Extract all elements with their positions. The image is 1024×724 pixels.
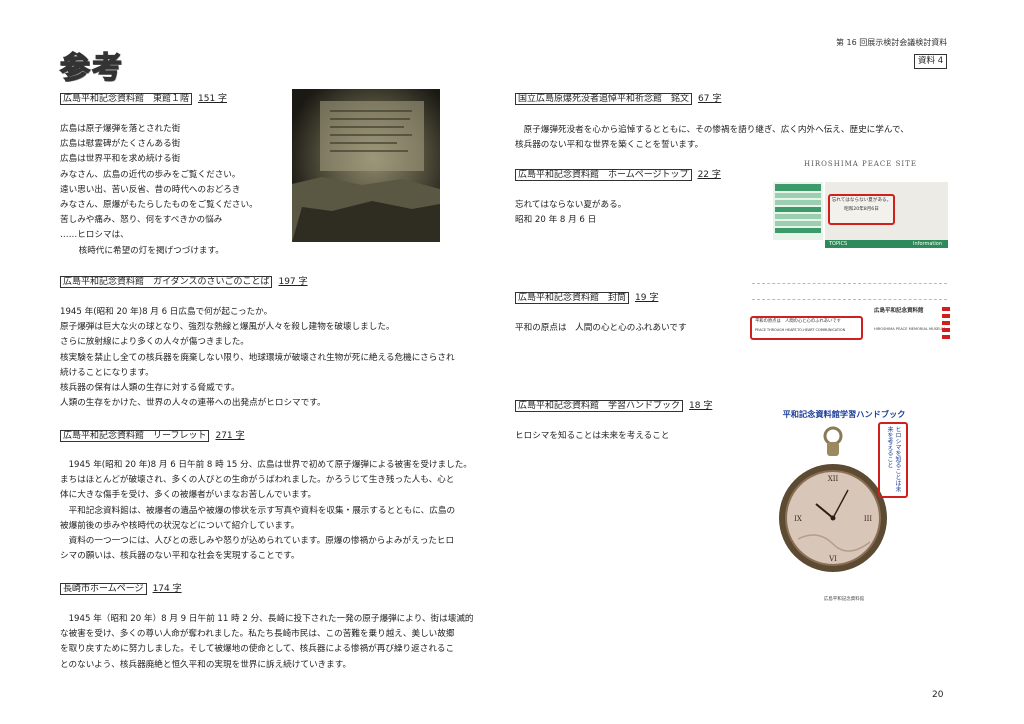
document-header-note: 第 16 回展示検討会議検討資料	[836, 38, 948, 47]
char-count: 19 字	[635, 293, 659, 303]
box-line: PEACE THROUGH HEART-TO-HEART COMMUNICATI…	[755, 328, 846, 332]
text-line: 被爆前後の歩みや核時代の状況などについて紹介しています。	[60, 520, 300, 531]
char-count: 271 字	[215, 431, 245, 441]
char-count: 197 字	[278, 277, 308, 287]
pocket-watch-image: XII III VI IX	[779, 426, 887, 572]
material-badge: 資料 4	[914, 54, 948, 69]
section-heading: 広島平和記念資料館 リーフレット	[60, 430, 210, 442]
box-line: 昭和20年8月6日	[844, 207, 879, 212]
text-line: ……ヒロシマは、	[60, 230, 129, 241]
svg-text:VI: VI	[828, 555, 837, 563]
section-title-nagasaki: 長崎市ホームページ 174 字	[60, 583, 182, 596]
handbook-cover: 平和記念資料館学習ハンドブック XII III VI IX ヒロシマを知ることは未来を…	[766, 400, 922, 610]
envelope-stripes	[942, 307, 950, 347]
section-body-east-building: 広島は原子爆弾を落とされた街 広島は慰霊碑がたくさんある街 広島は世界平和を求め…	[60, 122, 258, 259]
exhibit-photo	[292, 89, 440, 242]
text-line: 資料の一つ一つには、人びとの悲しみや怒りが込められています。原爆の惨禍からよみが…	[60, 536, 455, 547]
exhibit-photo-drawing	[292, 89, 440, 242]
text-line: みなさん、広島の近代の歩みをご覧ください。	[60, 169, 241, 180]
svg-text:IX: IX	[794, 515, 802, 523]
envelope-museum-en: HIROSHIMA PEACE MEMORIAL MUSEUM	[874, 327, 946, 331]
envelope-museum-name: 広島平和記念資料館	[874, 308, 924, 314]
section-body-handbook: ヒロシマを知ることは未来を考えること	[515, 429, 669, 444]
text-line: さらに放射線により多くの人々が傷つきました。	[60, 337, 249, 348]
website-screenshot: HIROSHIMA PEACE SITE 忘れてはならない夏がある。 昭和20年…	[773, 158, 948, 250]
text-line: 核時代に希望の灯を掲げつづけます。	[70, 245, 224, 256]
text-line: 原子爆弾死没者を心から追悼するとともに、その惨禍を語り継ぎ、広く内外へ伝え、歴史…	[515, 125, 909, 135]
section-heading: 広島平和記念資料館 ホームページトップ	[515, 169, 692, 181]
text-line: 広島は原子爆弾を落とされた街	[60, 124, 181, 134]
bar-label-topics: TOPICS	[829, 241, 848, 247]
char-count: 18 字	[689, 401, 713, 411]
handbook-footer: 広島平和記念資料館	[823, 597, 865, 602]
text-line: 平和記念資料館は、被爆者の遺品や被爆の惨状を示す写真や資料を収集・展示するととも…	[60, 505, 456, 516]
text-line: 核兵器のない平和な世界を築くことを誓います。	[515, 140, 704, 151]
box-line: 忘れてはならない夏がある。	[831, 198, 892, 203]
site-topics-bar: TOPICS Information	[825, 240, 948, 248]
text-line: とのないよう、核兵器廃絶と恒久平和の実現を世界に訴え続けていきます。	[60, 659, 352, 670]
section-title-homepage: 広島平和記念資料館 ホームページトップ 22 字	[515, 169, 721, 182]
char-count: 174 字	[152, 584, 182, 594]
text-line: 広島は慰霊碑がたくさんある街	[60, 139, 181, 150]
section-title-guidance: 広島平和記念資料館 ガイダンスのさいごのことば 197 字	[60, 276, 308, 289]
section-body-envelope: 平和の原点は 人間の心と心のふれあいです	[515, 321, 687, 336]
svg-text:XII: XII	[828, 475, 839, 483]
text-line: まちはほとんどが破壊され、多くの人びとの生命がうばわれました。かろうじて生き残っ…	[60, 475, 455, 486]
section-body-homepage: 忘れてはならない夏がある。 昭和 20 年 8 月 6 日	[515, 198, 626, 228]
text-line: 1945 年（昭和 20 年）8 月 9 日午前 11 時 2 分、長崎に投下さ…	[60, 614, 474, 624]
section-body-leaflet: 1945 年(昭和 20 年)8 月 6 日午前 8 時 15 分、広島は世界で…	[60, 458, 472, 564]
section-heading: 長崎市ホームページ	[60, 583, 147, 595]
section-title-handbook: 広島平和記念資料館 学習ハンドブック 18 字	[515, 400, 712, 413]
text-line: 遠い思い出、苦い反省、昔の時代へのおどろき	[60, 184, 241, 195]
text-line: 続けることになります。	[60, 367, 154, 378]
svg-text:III: III	[864, 515, 873, 523]
section-title-east-building: 広島平和記念資料館 東館１階 151 字	[60, 93, 227, 106]
text-line: ヒロシマを知ることは未来を考えること	[515, 431, 670, 441]
text-line: 平和の原点は 人間の心と心のふれあいです	[515, 323, 687, 333]
highlight-box: ヒロシマを知ることは未来を考えること	[878, 422, 908, 498]
box-line: 平和の原点は 人間の心と心のふれあいです	[755, 319, 841, 324]
text-line: みなさん、原爆がもたらしたものをご覧ください。	[60, 200, 258, 211]
section-title-leaflet: 広島平和記念資料館 リーフレット 271 字	[60, 430, 245, 443]
section-heading: 国立広島原爆死没者追悼平和祈念館 銘文	[515, 93, 693, 105]
section-body-guidance: 1945 年(昭和 20 年)8 月 6 日広島で何が起こったか。 原子爆弾は巨…	[60, 305, 455, 411]
guide-line	[752, 283, 947, 284]
text-line: 昭和 20 年 8 月 6 日	[515, 215, 597, 226]
text-line: 原子爆弾は巨大な火の球となり、強烈な熱線と爆風が人々を殺し建物を破壊しました。	[60, 322, 395, 333]
text-line: 人類の生存をかけた、世界の人々の連帯への出発点がヒロシマです。	[60, 398, 326, 409]
section-title-memorial-hall: 国立広島原爆死没者追悼平和祈念館 銘文 67 字	[515, 93, 721, 106]
section-heading: 広島平和記念資料館 封筒	[515, 292, 630, 304]
page-number: 20	[932, 690, 944, 700]
site-sidebar	[773, 182, 823, 240]
char-count: 22 字	[697, 170, 721, 180]
highlight-box: 忘れてはならない夏がある。 昭和20年8月6日	[828, 194, 895, 225]
section-heading: 広島平和記念資料館 東館１階	[60, 93, 193, 105]
text-line: シマの願いは、核兵器のない平和な社会を実現することです。	[60, 551, 300, 562]
section-heading: 広島平和記念資料館 学習ハンドブック	[515, 400, 684, 412]
handbook-title: 平和記念資料館学習ハンドブック	[782, 409, 906, 419]
text-line: 核兵器の保有は人類の生存に対する脅威です。	[60, 383, 240, 394]
text-line: 1945 年(昭和 20 年)8 月 6 日広島で何が起こったか。	[60, 307, 273, 317]
text-line: 1945 年(昭和 20 年)8 月 6 日午前 8 時 15 分、広島は世界で…	[60, 460, 472, 470]
section-body-nagasaki: 1945 年（昭和 20 年）8 月 9 日午前 11 時 2 分、長崎に投下さ…	[60, 612, 474, 673]
highlight-box: 平和の原点は 人間の心と心のふれあいです PEACE THROUGH HEART…	[750, 316, 863, 340]
text-line: 苦しみや痛み、怒り、何をすべきかの悩み	[60, 215, 223, 226]
text-line: を取り戻すために努力しました。そして被爆地の使命として、核兵器による惨禍が再び繰…	[60, 644, 455, 655]
section-heading: 広島平和記念資料館 ガイダンスのさいごのことば	[60, 276, 273, 288]
section-title-envelope: 広島平和記念資料館 封筒 19 字	[515, 292, 658, 305]
page-title: 参考	[59, 51, 124, 86]
text-line: な被害を受け、多くの尊い人命が奪われました。私たち長崎市民は、この苦難を乗り越え…	[60, 629, 455, 640]
char-count: 67 字	[698, 94, 722, 104]
text-line: 核実験を禁止し全ての核兵器を廃棄しない限り、地球環境が破壊され生物が死に絶える危…	[60, 352, 455, 363]
text-line: 体に大きな傷手を受け、多くの被爆者がいまなお苦しんでいます。	[60, 490, 317, 501]
guide-line	[752, 299, 947, 300]
handbook-vertical-text: ヒロシマを知ることは未来を考えること	[886, 426, 901, 492]
section-body-memorial-hall: 原子爆弾死没者を心から追悼するとともに、その惨禍を語り継ぎ、広く内外へ伝え、歴史…	[515, 123, 909, 153]
char-count: 151 字	[198, 94, 228, 104]
bar-label-information: Information	[913, 241, 942, 247]
text-line: 忘れてはならない夏がある。	[515, 200, 627, 210]
text-line: 広島は世界平和を求め続ける街	[60, 154, 181, 165]
site-title: HIROSHIMA PEACE SITE	[804, 160, 917, 168]
envelope-scan: 広島平和記念資料館 HIROSHIMA PEACE MEMORIAL MUSEU…	[748, 265, 953, 353]
